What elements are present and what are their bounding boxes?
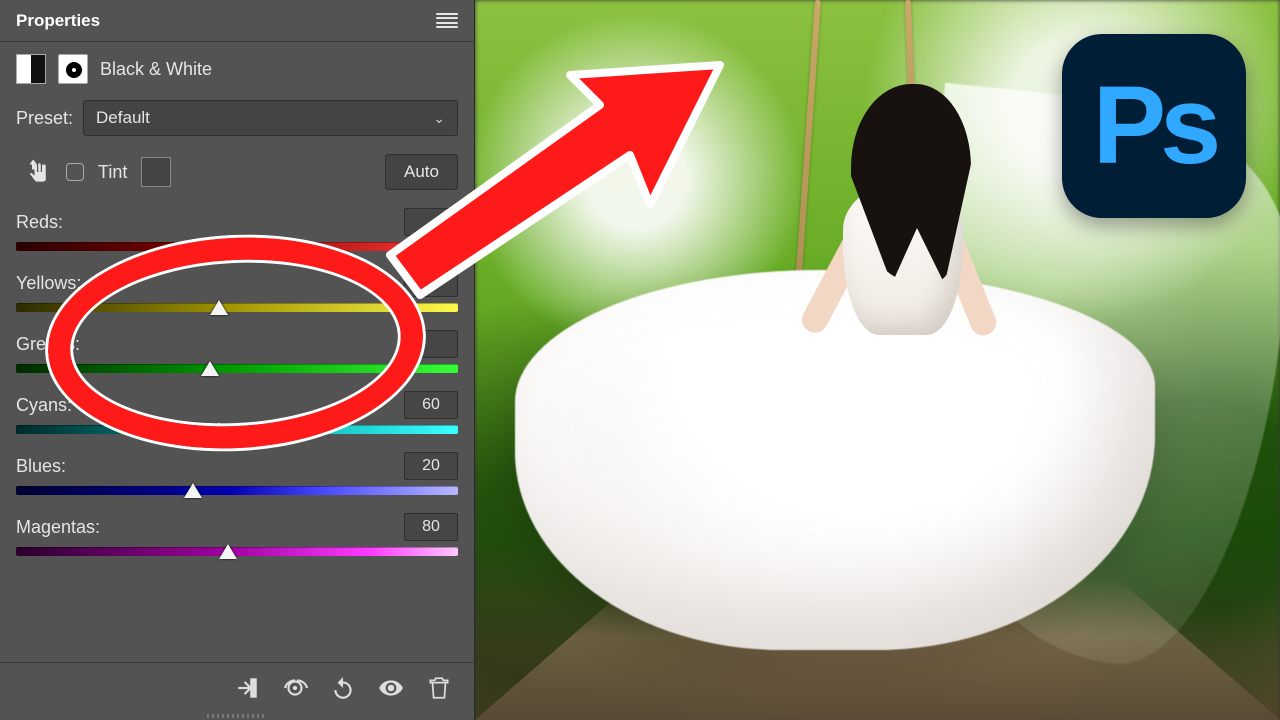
slider-thumb-cyans[interactable] [210,422,228,437]
slider-cyans: Cyans: 60 [16,391,458,434]
panel-footer [0,662,474,712]
slider-label-reds: Reds: [16,212,63,233]
panel-resize-grip[interactable] [0,712,474,720]
panel-header: Properties [0,0,474,42]
slider-track-magentas[interactable] [16,547,458,556]
bw-adjustment-icon[interactable] [16,54,46,84]
slider-value-magentas[interactable]: 80 [404,513,458,541]
slider-thumb-yellows[interactable] [210,300,228,315]
panel-title: Properties [16,11,100,31]
wedding-dress [515,270,1155,650]
preset-row: Preset: Default ⌄ [0,92,474,144]
slider-value-reds[interactable] [404,208,458,236]
targeted-adjustment-icon[interactable] [22,157,52,187]
slider-label-blues: Blues: [16,456,66,477]
trash-icon[interactable] [426,675,452,701]
adjustment-name: Black & White [100,59,212,80]
slider-label-greens: Greens: [16,334,80,355]
slider-track-yellows[interactable] [16,303,458,312]
slider-label-yellows: Yellows: [16,273,81,294]
clip-to-layer-icon[interactable] [234,675,260,701]
slider-value-cyans[interactable]: 60 [404,391,458,419]
slider-thumb-magentas[interactable] [219,544,237,559]
panel-menu-icon[interactable] [436,13,458,29]
slider-value-yellows[interactable]: 60 [404,269,458,297]
photoshop-logo-text: Ps [1093,71,1216,181]
slider-yellows: Yellows: 60 [16,269,458,312]
sliders-group: Reds: Yellows: 60 Greens: Cyans: 60 Blues: 20 Ma… [0,204,474,574]
slider-label-cyans: Cyans: [16,395,72,416]
tint-checkbox[interactable] [66,163,84,181]
auto-button[interactable]: Auto [385,154,458,190]
slider-thumb-greens[interactable] [201,361,219,376]
tint-color-swatch[interactable] [141,157,171,187]
preset-select[interactable]: Default ⌄ [83,100,458,136]
properties-panel: Properties Black & White Preset: Default… [0,0,475,720]
slider-thumb-blues[interactable] [184,483,202,498]
preset-value: Default [96,108,150,128]
slider-greens: Greens: [16,330,458,373]
slider-value-blues[interactable]: 20 [404,452,458,480]
slider-track-cyans[interactable] [16,425,458,434]
preset-label: Preset: [16,108,73,129]
tint-row: Tint Auto [0,144,474,204]
slider-track-blues[interactable] [16,486,458,495]
visibility-icon[interactable] [378,675,404,701]
chevron-down-icon: ⌄ [433,110,445,127]
slider-track-greens[interactable] [16,364,458,373]
slider-reds: Reds: [16,208,458,251]
photoshop-logo: Ps [1062,34,1246,218]
slider-label-magentas: Magentas: [16,517,100,538]
slider-magentas: Magentas: 80 [16,513,458,556]
slider-thumb-reds[interactable] [184,239,202,254]
tint-label: Tint [98,162,127,183]
reset-icon[interactable] [330,675,356,701]
slider-blues: Blues: 20 [16,452,458,495]
layer-mask-icon[interactable] [58,54,88,84]
adjustment-row: Black & White [0,42,474,92]
slider-track-reds[interactable] [16,242,458,251]
view-previous-state-icon[interactable] [282,675,308,701]
slider-value-greens[interactable] [404,330,458,358]
